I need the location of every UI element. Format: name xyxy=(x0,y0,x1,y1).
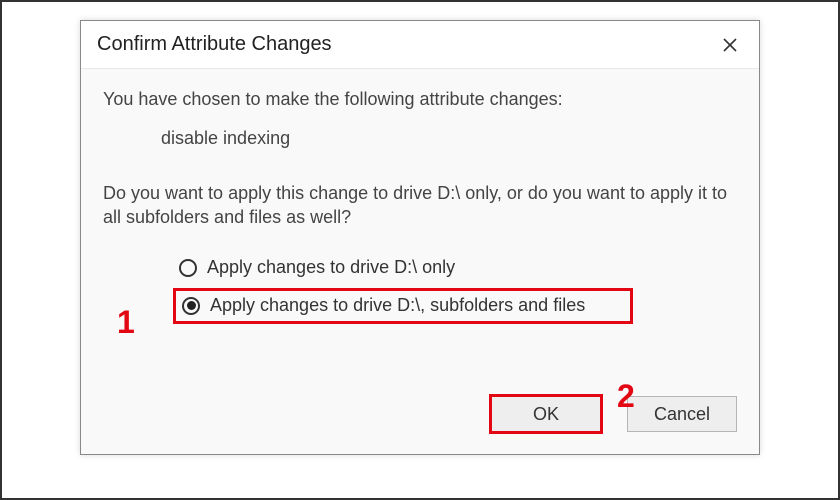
question-text: Do you want to apply this change to driv… xyxy=(103,181,737,230)
cancel-button[interactable]: Cancel xyxy=(627,396,737,432)
close-button[interactable] xyxy=(715,30,745,60)
annotation-2: 2 xyxy=(617,378,635,415)
annotation-1: 1 xyxy=(117,304,135,341)
button-row: OK Cancel xyxy=(491,396,737,432)
radio-label: Apply changes to drive D:\ only xyxy=(207,257,455,278)
dialog-content: You have chosen to make the following at… xyxy=(81,69,759,454)
confirm-attribute-changes-dialog: Confirm Attribute Changes You have chose… xyxy=(80,20,760,455)
dialog-title: Confirm Attribute Changes xyxy=(97,33,332,56)
radio-label: Apply changes to drive D:\, subfolders a… xyxy=(210,295,585,316)
radio-option-drive-only[interactable]: Apply changes to drive D:\ only xyxy=(173,250,737,286)
close-icon xyxy=(723,38,737,52)
radio-icon xyxy=(179,259,197,277)
radio-option-subfolders-files[interactable]: Apply changes to drive D:\, subfolders a… xyxy=(173,288,633,324)
titlebar: Confirm Attribute Changes xyxy=(81,21,759,69)
intro-text: You have chosen to make the following at… xyxy=(103,89,737,110)
change-description: disable indexing xyxy=(161,128,737,149)
ok-button[interactable]: OK xyxy=(491,396,601,432)
radio-icon xyxy=(182,297,200,315)
radio-group: Apply changes to drive D:\ only Apply ch… xyxy=(173,250,737,324)
